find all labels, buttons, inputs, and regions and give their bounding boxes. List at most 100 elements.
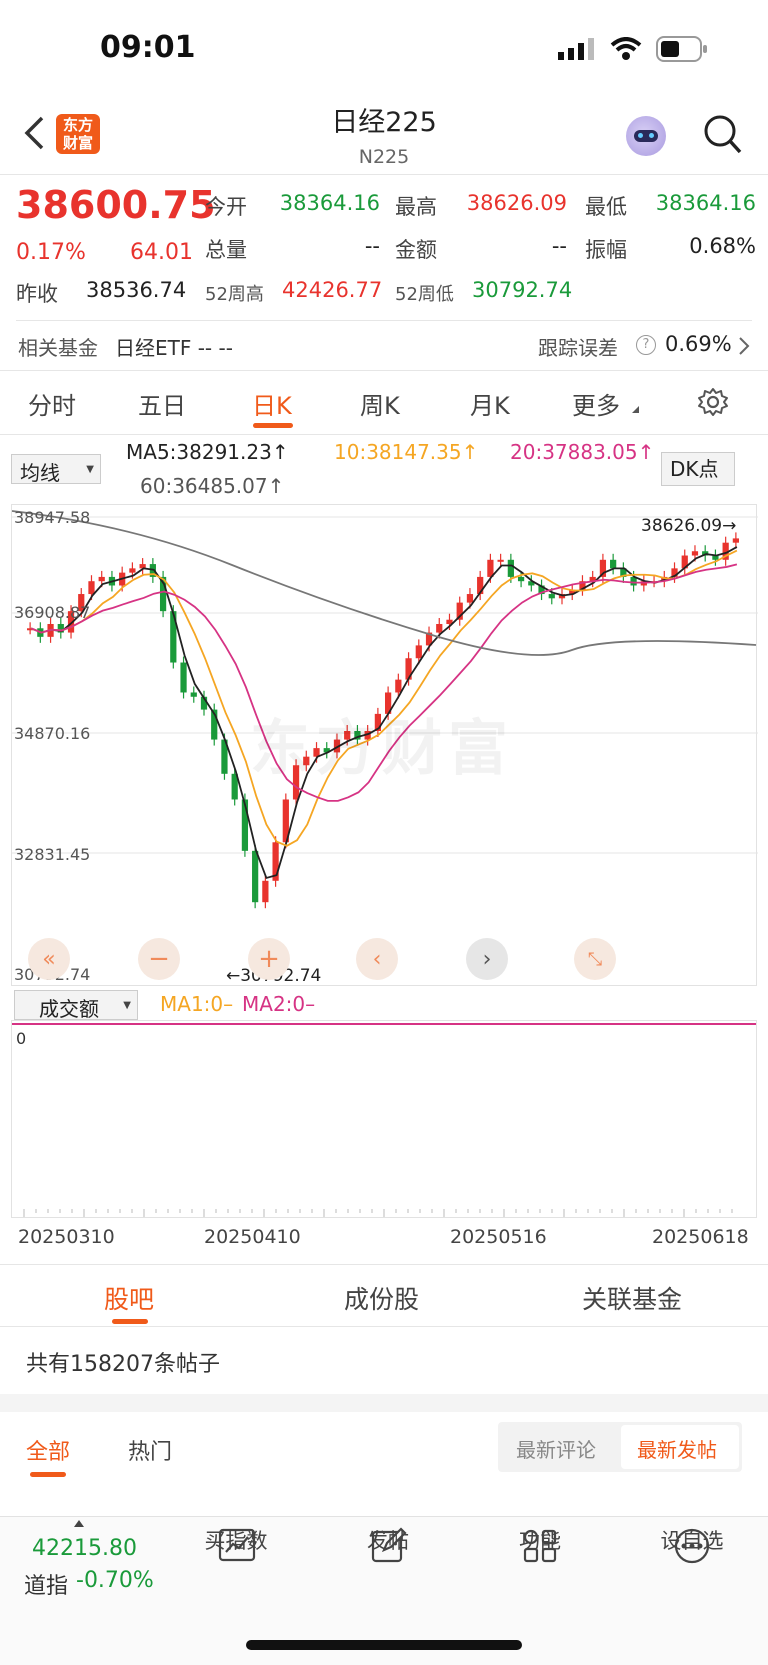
date-tick-marks bbox=[23, 1209, 733, 1217]
step-left-button[interactable]: ‹ bbox=[356, 938, 398, 980]
dk-point-button[interactable]: DK点 bbox=[661, 452, 735, 486]
fullscreen-button[interactable]: ⤡ bbox=[574, 938, 616, 980]
date-label-1: 20250310 bbox=[18, 1226, 115, 1248]
y-axis-label-4: 32831.45 bbox=[14, 845, 91, 864]
filter-hot[interactable]: 热门 bbox=[128, 1434, 172, 1466]
tab-more[interactable]: 更多 bbox=[572, 386, 620, 421]
candle-body bbox=[415, 645, 422, 659]
nav-buy-index[interactable]: 买指数 bbox=[186, 1525, 286, 1555]
amount-value: -- bbox=[551, 234, 567, 258]
dow-name[interactable]: 道指 bbox=[24, 1568, 68, 1600]
candle-body bbox=[98, 576, 105, 582]
active-tab-indicator bbox=[253, 423, 293, 428]
double-chevron-left-icon: « bbox=[42, 946, 56, 972]
candle-body bbox=[732, 538, 739, 543]
week52-low-value: 30792.74 bbox=[472, 278, 573, 302]
minus-icon: − bbox=[148, 944, 170, 974]
candle-body bbox=[436, 624, 443, 633]
dow-value[interactable]: 42215.80 bbox=[32, 1536, 137, 1561]
expand-icon: ⤡ bbox=[587, 948, 603, 970]
nav-add-watchlist[interactable]: 设自选 bbox=[642, 1525, 742, 1555]
ma-select-label: 均线 bbox=[20, 461, 60, 485]
candle-body bbox=[262, 880, 269, 903]
tab-intraday[interactable]: 分时 bbox=[28, 386, 76, 421]
low-label: 最低 bbox=[585, 195, 627, 219]
dropdown-arrow-icon: ▼ bbox=[86, 464, 94, 475]
chevron-right-icon[interactable] bbox=[738, 336, 750, 356]
ma10-line bbox=[30, 549, 738, 847]
nav-post[interactable]: 发帖 bbox=[338, 1525, 438, 1555]
volume-select[interactable]: 成交额 ▼ bbox=[14, 990, 138, 1021]
candle-body bbox=[180, 662, 187, 693]
dow-pct[interactable]: -0.70% bbox=[76, 1568, 154, 1593]
up-arrow-icon bbox=[74, 1520, 84, 1527]
date-label-2: 20250410 bbox=[204, 1226, 301, 1248]
change-pct: 0.17% bbox=[16, 240, 86, 265]
dropdown-arrow-icon: ▼ bbox=[123, 1000, 131, 1011]
ma-select[interactable]: 均线 ▼ bbox=[11, 454, 101, 485]
open-value: 38364.16 bbox=[279, 191, 380, 215]
tab-related-funds[interactable]: 关联基金 bbox=[582, 1280, 682, 1316]
tab-constituents[interactable]: 成份股 bbox=[344, 1280, 419, 1316]
dk-point-label: DK点 bbox=[670, 457, 719, 481]
sort-latest-post[interactable]: 最新发帖 bbox=[637, 1434, 717, 1463]
chevron-left-icon: ‹ bbox=[372, 946, 382, 972]
candle-body bbox=[466, 594, 474, 603]
guba-tab-indicator bbox=[112, 1319, 148, 1324]
candle-body bbox=[395, 679, 402, 693]
open-label: 今开 bbox=[205, 195, 247, 219]
high-label: 最高 bbox=[395, 195, 437, 219]
prev-close-value: 38536.74 bbox=[86, 278, 187, 302]
signal-icon bbox=[558, 38, 594, 60]
period-tabs: 分时 五日 日K 周K 月K 更多 bbox=[0, 386, 768, 426]
status-icons bbox=[558, 36, 708, 62]
ma20-text: 20:37883.05↑ bbox=[510, 440, 655, 464]
tab-daily-k[interactable]: 日K bbox=[252, 386, 292, 421]
candle-body bbox=[548, 594, 555, 599]
volume-zero-label: 0 bbox=[16, 1029, 27, 1048]
wifi-icon bbox=[610, 37, 642, 60]
low-value: 38364.16 bbox=[655, 191, 756, 215]
settings-gear-icon[interactable] bbox=[697, 386, 729, 418]
battery-icon bbox=[656, 36, 707, 62]
tab-weekly-k[interactable]: 周K bbox=[360, 386, 400, 421]
amplitude-value: 0.68% bbox=[689, 234, 756, 258]
amount-label: 金额 bbox=[395, 238, 437, 262]
amplitude-label: 振幅 bbox=[585, 238, 627, 262]
search-icon[interactable] bbox=[703, 114, 743, 156]
ma60-text: 60:36485.07↑ bbox=[140, 474, 285, 498]
tab-five-day[interactable]: 五日 bbox=[138, 386, 186, 421]
volume-ma-line bbox=[12, 1023, 756, 1025]
y-axis-label-3: 34870.16 bbox=[14, 724, 91, 743]
sort-latest-comment[interactable]: 最新评论 bbox=[516, 1434, 596, 1463]
status-time: 09:01 bbox=[100, 30, 196, 65]
zoom-out-button[interactable]: − bbox=[138, 938, 180, 980]
filter-all-indicator bbox=[30, 1472, 66, 1477]
robot-assistant-icon[interactable] bbox=[626, 116, 666, 156]
volume-select-label: 成交额 bbox=[39, 997, 99, 1021]
help-icon[interactable]: ? bbox=[636, 335, 656, 355]
tab-monthly-k[interactable]: 月K bbox=[470, 386, 510, 421]
candle-body bbox=[610, 559, 617, 569]
tab-guba[interactable]: 股吧 bbox=[104, 1280, 154, 1316]
tracking-error-value: 0.69% bbox=[665, 332, 732, 356]
volume-chart[interactable]: 0 bbox=[11, 1020, 757, 1218]
candle-body bbox=[691, 551, 699, 556]
change-amount: 64.01 bbox=[130, 240, 193, 265]
candle-body bbox=[252, 850, 259, 903]
candle-body bbox=[497, 559, 504, 562]
watermark: 东方财富 bbox=[250, 714, 514, 784]
related-fund-label: 相关基金 bbox=[18, 336, 98, 360]
fast-backward-button[interactable]: « bbox=[28, 938, 70, 980]
week52-low-label: 52周低 bbox=[395, 284, 454, 305]
related-fund-value[interactable]: 日经ETF -- -- bbox=[115, 332, 233, 361]
candle-body bbox=[129, 568, 136, 573]
plus-icon: + bbox=[258, 944, 280, 974]
step-right-button[interactable]: › bbox=[466, 938, 508, 980]
ma10-text: 10:38147.35↑ bbox=[334, 440, 479, 464]
nav-functions[interactable]: 功能 bbox=[490, 1525, 590, 1555]
zoom-in-button[interactable]: + bbox=[248, 938, 290, 980]
filter-all[interactable]: 全部 bbox=[26, 1434, 70, 1466]
y-axis-label-2: 36908.87 bbox=[14, 603, 91, 622]
week52-high-label: 52周高 bbox=[205, 284, 264, 305]
